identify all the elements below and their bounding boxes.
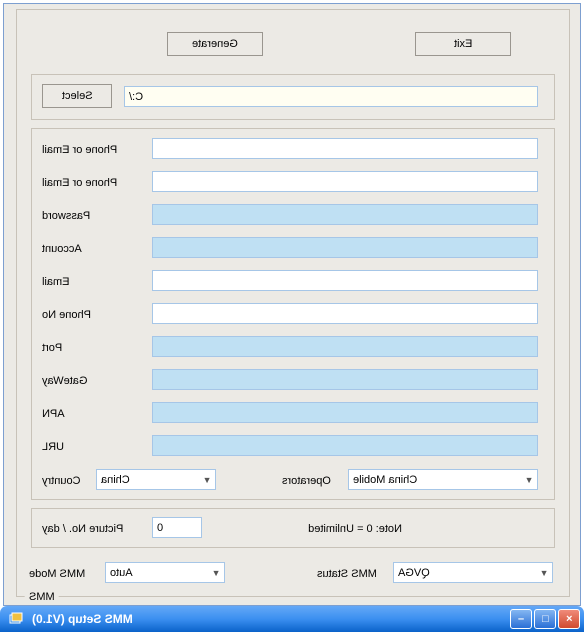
port-input[interactable] bbox=[152, 336, 538, 357]
gateway-label: GateWay bbox=[42, 375, 142, 387]
mms-mode-select[interactable]: Auto ▼ bbox=[105, 562, 225, 583]
maximize-button[interactable]: □ bbox=[534, 609, 556, 629]
phone-or-email-1-label: Phone or Email bbox=[42, 177, 142, 189]
password-label: Password bbox=[42, 210, 142, 222]
settings-group: Country China ▼ Operators China Mobile ▼… bbox=[31, 128, 555, 500]
phone-label: Phone No bbox=[42, 309, 142, 321]
password-input[interactable] bbox=[152, 204, 538, 225]
mms-status-select[interactable]: QVGA ▼ bbox=[393, 562, 553, 583]
path-group: Select C:/ bbox=[31, 74, 555, 120]
mms-mode-label: MMS Mode bbox=[29, 568, 99, 580]
port-label: Port bbox=[42, 342, 142, 354]
mms-mode-value: Auto bbox=[106, 567, 208, 579]
app-icon bbox=[8, 611, 24, 627]
email-input[interactable] bbox=[152, 270, 538, 291]
apn-input[interactable] bbox=[152, 402, 538, 423]
apn-label: APN bbox=[42, 408, 142, 420]
mms-group: MMS MMS Mode Auto ▼ MMS Status QVGA ▼ Pi… bbox=[16, 9, 570, 597]
window-title: MMS Setup (V1.0) bbox=[28, 612, 510, 626]
phone-or-email-1-input[interactable] bbox=[152, 171, 538, 192]
minimize-button[interactable]: – bbox=[510, 609, 532, 629]
chevron-down-icon: ▼ bbox=[208, 563, 224, 582]
generate-button[interactable]: Generate bbox=[167, 32, 263, 56]
gateway-input[interactable] bbox=[152, 369, 538, 390]
operators-label: Operators bbox=[282, 475, 342, 487]
operators-select[interactable]: China Mobile ▼ bbox=[348, 469, 538, 490]
country-value: China bbox=[97, 474, 199, 486]
picture-group: Picture No. / day 0 Note: 0 = Unlimited bbox=[31, 508, 555, 548]
group-legend: MMS bbox=[25, 591, 59, 603]
title-bar: MMS Setup (V1.0) – □ × bbox=[0, 606, 584, 632]
picture-no-value: 0 bbox=[153, 522, 201, 534]
account-label: Account bbox=[42, 243, 142, 255]
path-input[interactable]: C:/ bbox=[124, 86, 538, 107]
phone-or-email-2-input[interactable] bbox=[152, 138, 538, 159]
note-text: Note: 0 = Unlimited bbox=[252, 523, 402, 535]
select-button[interactable]: Select bbox=[42, 84, 112, 108]
exit-button[interactable]: Exit bbox=[415, 32, 511, 56]
operators-value: China Mobile bbox=[349, 474, 521, 486]
phone-or-email-2-label: Phone or Email bbox=[42, 144, 142, 156]
mms-status-label: MMS Status bbox=[317, 568, 387, 580]
picture-no-label: Picture No. / day bbox=[42, 523, 142, 535]
mms-status-value: QVGA bbox=[394, 567, 536, 579]
path-value: C:/ bbox=[125, 91, 537, 103]
client-area: MMS MMS Mode Auto ▼ MMS Status QVGA ▼ Pi… bbox=[3, 3, 581, 606]
account-input[interactable] bbox=[152, 237, 538, 258]
chevron-down-icon: ▼ bbox=[521, 470, 537, 489]
email-label: Email bbox=[42, 276, 142, 288]
country-label: Country bbox=[42, 475, 92, 487]
picture-no-input[interactable]: 0 bbox=[152, 517, 202, 538]
phone-input[interactable] bbox=[152, 303, 538, 324]
url-input[interactable] bbox=[152, 435, 538, 456]
url-label: URL bbox=[42, 441, 142, 453]
chevron-down-icon: ▼ bbox=[199, 470, 215, 489]
close-button[interactable]: × bbox=[558, 609, 580, 629]
chevron-down-icon: ▼ bbox=[536, 563, 552, 582]
country-select[interactable]: China ▼ bbox=[96, 469, 216, 490]
